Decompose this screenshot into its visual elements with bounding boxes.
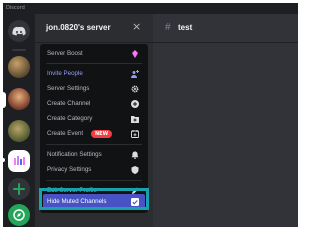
menu-divider xyxy=(46,144,142,145)
active-server-indicator xyxy=(2,158,5,162)
channel-name: test xyxy=(178,23,193,32)
menu-item-label: Create Channel xyxy=(47,100,91,107)
plus-icon xyxy=(13,183,25,195)
menu-item-create-event[interactable]: Create Event NEW xyxy=(43,127,145,141)
calendar-plus-icon xyxy=(131,130,139,138)
menu-item-label: Create Category xyxy=(47,115,93,122)
selected-indicator xyxy=(3,92,6,108)
shield-icon xyxy=(131,166,139,174)
menu-divider xyxy=(46,180,142,181)
server-header[interactable]: jon.0820's server × xyxy=(35,14,153,43)
plus-circle-icon xyxy=(131,100,139,108)
menu-item-label: Privacy Settings xyxy=(47,166,92,173)
explore-servers-button[interactable] xyxy=(8,204,30,226)
menu-item-server-settings[interactable]: Server Settings xyxy=(43,82,145,96)
menu-item-notification-settings[interactable]: Notification Settings xyxy=(43,148,145,162)
title-bar: Discord xyxy=(3,3,298,14)
active-server-icon[interactable] xyxy=(8,150,30,172)
menu-item-label: Invite People xyxy=(47,70,83,77)
menu-item-label: Server Boost xyxy=(47,50,83,57)
folder-plus-icon xyxy=(131,116,139,123)
bar-chart-logo-icon xyxy=(14,156,25,165)
menu-item-invite-people[interactable]: Invite People xyxy=(43,67,145,81)
close-icon[interactable]: × xyxy=(132,21,141,33)
menu-item-privacy-settings[interactable]: Privacy Settings xyxy=(43,163,145,177)
window-title: Discord xyxy=(6,5,25,11)
new-badge: NEW xyxy=(91,130,113,138)
discord-logo-icon xyxy=(12,26,26,36)
menu-item-label: Create Event xyxy=(47,130,84,137)
server-icon-3[interactable] xyxy=(8,120,30,142)
direct-messages-button[interactable] xyxy=(8,20,30,42)
menu-item-create-category[interactable]: Create Category xyxy=(43,112,145,126)
chat-area: # test xyxy=(153,14,298,227)
compass-icon xyxy=(13,209,25,221)
server-icon-1[interactable] xyxy=(8,56,30,78)
menu-item-label: Notification Settings xyxy=(47,151,102,158)
chat-header-divider xyxy=(153,42,298,43)
gear-icon xyxy=(131,85,139,93)
menu-item-create-channel[interactable]: Create Channel xyxy=(43,97,145,111)
server-rail xyxy=(2,14,35,227)
add-server-button[interactable] xyxy=(8,178,30,200)
menu-item-server-boost[interactable]: Server Boost xyxy=(43,47,145,61)
menu-divider xyxy=(46,63,142,64)
hashtag-icon: # xyxy=(165,22,171,33)
menu-item-label: Server Settings xyxy=(47,85,90,92)
highlight-annotation-box xyxy=(39,188,149,210)
discord-window: Discord jon.0820's server × # test Serve… xyxy=(0,0,300,237)
server-icon-2[interactable] xyxy=(8,88,30,110)
server-name: jon.0820's server xyxy=(46,23,111,32)
add-user-icon xyxy=(131,70,139,78)
rail-separator xyxy=(12,49,26,51)
boost-icon xyxy=(132,50,138,58)
bell-icon xyxy=(131,151,139,159)
